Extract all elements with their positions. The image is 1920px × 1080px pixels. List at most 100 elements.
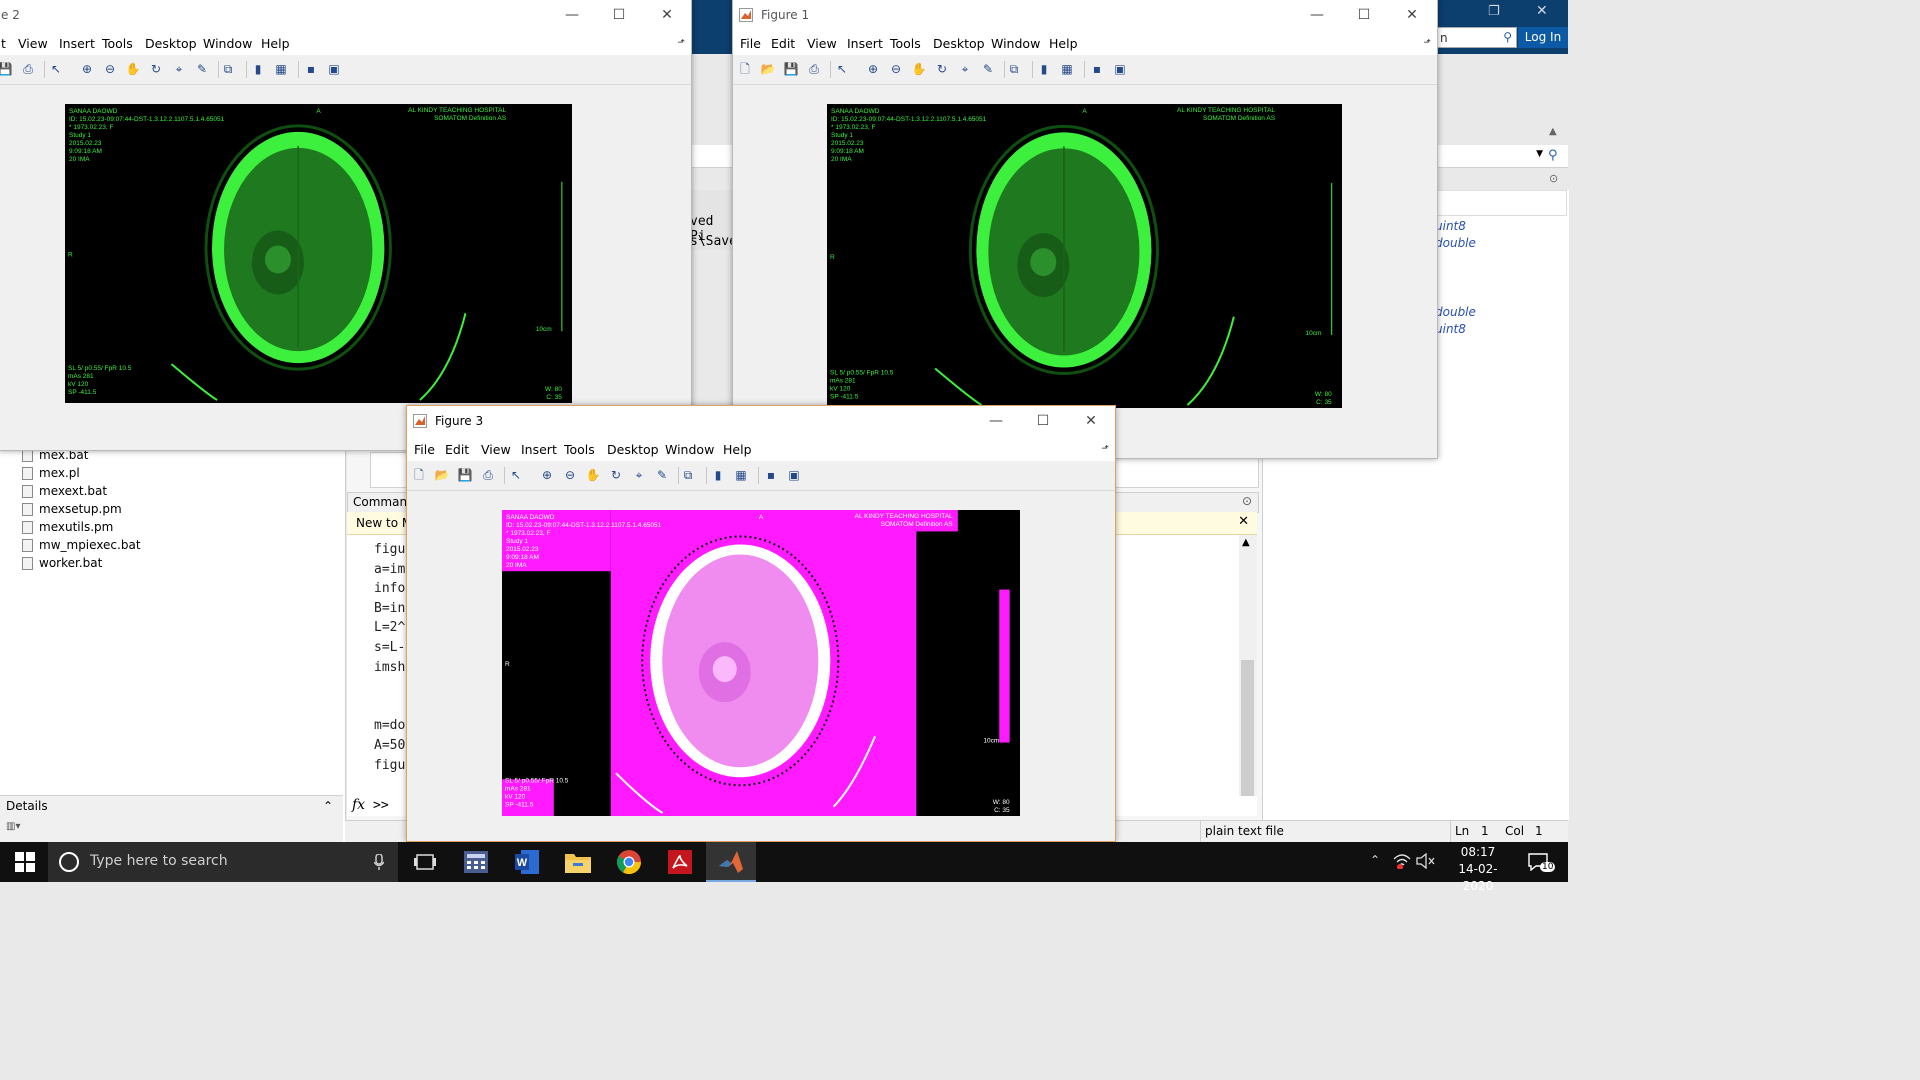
print-icon[interactable]: ⎙ (480, 467, 496, 483)
legend-icon[interactable]: ▦ (733, 467, 749, 483)
select-arrow-icon[interactable]: ↖ (508, 467, 524, 483)
volume-icon[interactable] (1416, 853, 1436, 869)
maximize-icon[interactable]: ☐ (596, 0, 642, 31)
notification-button[interactable]: 10 (1520, 842, 1568, 882)
zoom-in-icon[interactable]: ⊕ (79, 61, 95, 77)
chevron-down-icon[interactable]: ▼ (1536, 149, 1543, 159)
hide-plot-tools-icon[interactable]: ▪ (1089, 61, 1105, 77)
menu-insert[interactable]: Insert (59, 36, 95, 51)
rotate-3d-icon[interactable]: ↻ (934, 61, 950, 77)
menu-tools[interactable]: Tools (102, 36, 133, 51)
mic-icon[interactable] (374, 854, 384, 870)
dock-icon[interactable]: ⬏ (1423, 38, 1431, 48)
login-button[interactable]: Log In (1518, 27, 1568, 48)
close-icon[interactable]: ✕ (644, 0, 690, 31)
start-button[interactable] (0, 842, 48, 882)
zoom-out-icon[interactable]: ⊖ (102, 61, 118, 77)
close-icon[interactable]: ✕ (1068, 406, 1114, 437)
data-cursor-icon[interactable]: ⌖ (957, 61, 973, 77)
pan-hand-icon[interactable]: ✋ (911, 61, 927, 77)
show-hidden-icons-icon[interactable]: ⌃ (1370, 853, 1380, 867)
data-cursor-icon[interactable]: ⌖ (171, 61, 187, 77)
figure-3-window[interactable]: Figure 3 — ☐ ✕ File Edit View Insert Too… (406, 405, 1116, 842)
network-icon[interactable] (1393, 853, 1411, 869)
print-icon[interactable]: ⎙ (20, 61, 36, 77)
file-list-item[interactable]: mexsetup.pm (22, 500, 122, 518)
restore-icon[interactable]: ❐ (1488, 4, 1500, 19)
column-icon[interactable]: ▥▾ (6, 821, 20, 832)
menu-tools[interactable]: Tools (890, 36, 921, 51)
minimize-icon[interactable]: — (1294, 0, 1340, 31)
menu-view[interactable]: View (18, 36, 48, 51)
menu-window[interactable]: Window (991, 36, 1040, 51)
figure-2-window[interactable]: e 2 — ☐ ✕ t View Insert Tools Desktop Wi… (0, 0, 692, 451)
menu-insert[interactable]: Insert (847, 36, 883, 51)
zoom-in-icon[interactable]: ⊕ (539, 467, 555, 483)
hide-plot-tools-icon[interactable]: ▪ (303, 61, 319, 77)
search-icon[interactable]: ⚲ (1548, 148, 1558, 163)
select-arrow-icon[interactable]: ↖ (48, 61, 64, 77)
folder-dropdown[interactable]: ▼ (1437, 147, 1547, 166)
file-list-item[interactable]: worker.bat (22, 554, 102, 572)
chevron-up-icon[interactable]: ⌃ (323, 799, 333, 813)
brush-icon[interactable]: ✎ (194, 61, 210, 77)
open-file-icon[interactable]: 📂 (434, 467, 450, 483)
file-list-item[interactable]: mexutils.pm (22, 518, 113, 536)
taskbar-clock[interactable]: 08:17 14-02-2020 (1448, 844, 1508, 893)
menu-file[interactable]: t (1, 36, 6, 51)
menu-file[interactable]: File (414, 442, 435, 457)
menu-edit[interactable]: Edit (771, 36, 795, 51)
task-view-button[interactable] (400, 842, 450, 882)
title-bar[interactable]: Figure 3 — ☐ ✕ (407, 406, 1115, 437)
file-explorer-app[interactable] (553, 842, 603, 882)
colorbar-icon[interactable]: ▮ (710, 467, 726, 483)
calculator-app[interactable] (451, 842, 501, 882)
title-bar[interactable]: e 2 — ☐ ✕ (0, 0, 691, 31)
minimize-icon[interactable]: — (549, 0, 595, 31)
new-figure-icon[interactable]: 🗋 (737, 61, 753, 77)
chrome-app[interactable] (604, 842, 654, 882)
colorbar-icon[interactable]: ▮ (1036, 61, 1052, 77)
save-icon[interactable]: 💾 (783, 61, 799, 77)
title-bar[interactable]: Figure 1 — ☐ ✕ (733, 0, 1437, 31)
documentation-search-input[interactable]: n ⚲ (1437, 27, 1517, 48)
rotate-3d-icon[interactable]: ↻ (148, 61, 164, 77)
menu-desktop[interactable]: Desktop (145, 36, 197, 51)
matlab-app[interactable] (706, 842, 756, 882)
file-list-item[interactable]: mw_mpiexec.bat (22, 536, 141, 554)
hide-plot-tools-icon[interactable]: ▪ (763, 467, 779, 483)
collapse-icon[interactable]: ▲ (1549, 126, 1557, 137)
file-list-item[interactable]: mexext.bat (22, 482, 107, 500)
scrollbar-thumb[interactable] (1241, 660, 1254, 800)
new-figure-icon[interactable]: 🗋 (411, 467, 427, 483)
colorbar-icon[interactable]: ▮ (250, 61, 266, 77)
details-bar[interactable]: Details ⌃ (0, 795, 343, 817)
menu-help[interactable]: Help (723, 442, 752, 457)
maximize-icon[interactable]: ☐ (1020, 406, 1066, 437)
print-icon[interactable]: ⎙ (806, 61, 822, 77)
close-icon[interactable]: ✕ (1389, 0, 1435, 31)
menu-insert[interactable]: Insert (521, 442, 557, 457)
link-plot-icon[interactable]: ⧉ (1006, 61, 1022, 77)
close-icon[interactable]: ✕ (1238, 514, 1249, 529)
pan-hand-icon[interactable]: ✋ (125, 61, 141, 77)
legend-icon[interactable]: ▦ (1059, 61, 1075, 77)
file-list-item[interactable]: mex.pl (22, 464, 80, 482)
menu-file[interactable]: File (740, 36, 761, 51)
taskbar-search[interactable]: Type here to search (48, 842, 398, 882)
menu-view[interactable]: View (807, 36, 837, 51)
menu-help[interactable]: Help (1049, 36, 1078, 51)
ct-image[interactable]: SANAA DAOWD ID: 15.02.23-09:07:44-DST-1.3… (65, 104, 572, 403)
save-icon[interactable]: 💾 (457, 467, 473, 483)
link-plot-icon[interactable]: ⧉ (680, 467, 696, 483)
minimize-icon[interactable]: — (973, 406, 1019, 437)
figure-1-window[interactable]: Figure 1 — ☐ ✕ File Edit View Insert Too… (732, 0, 1438, 459)
word-app[interactable]: W (502, 842, 552, 882)
acrobat-app[interactable] (655, 842, 705, 882)
zoom-in-icon[interactable]: ⊕ (865, 61, 881, 77)
function-browser-icon[interactable]: fx (352, 797, 365, 813)
menu-view[interactable]: View (481, 442, 511, 457)
menu-window[interactable]: Window (665, 442, 714, 457)
save-icon[interactable]: 💾 (0, 61, 13, 77)
brush-icon[interactable]: ✎ (654, 467, 670, 483)
